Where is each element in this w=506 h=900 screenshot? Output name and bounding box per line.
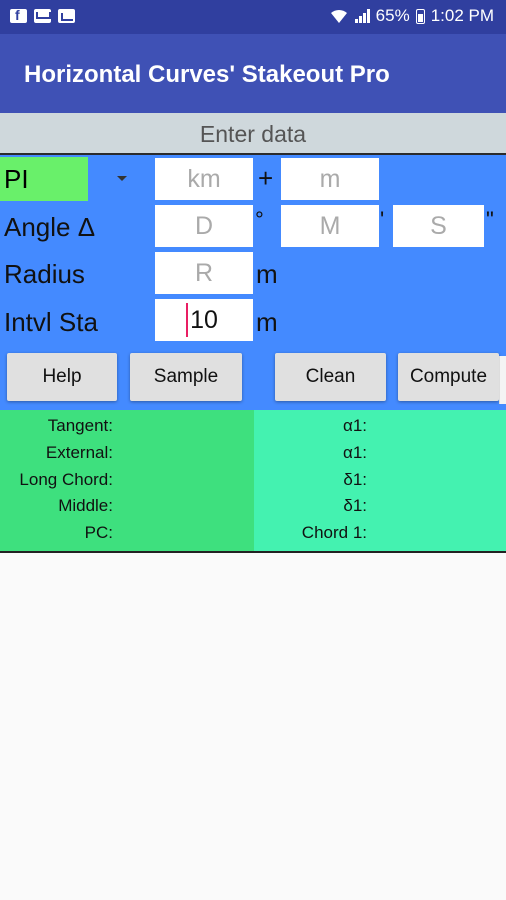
result-label: Long Chord:: [19, 470, 113, 489]
compute-button[interactable]: Compute: [398, 353, 499, 401]
minute-symbol: ': [380, 207, 385, 232]
seconds-input[interactable]: S: [393, 205, 484, 247]
clean-button[interactable]: Clean: [275, 353, 386, 401]
km-input[interactable]: km: [155, 158, 253, 200]
plus-sign: +: [258, 163, 274, 193]
interval-label: Intvl Sta: [4, 307, 98, 337]
radius-input[interactable]: R: [155, 252, 253, 294]
app-title: Horizontal Curves' Stakeout Pro: [24, 61, 390, 88]
status-bar: 65% 1:02 PM: [0, 0, 506, 34]
result-label: δ1:: [343, 470, 367, 489]
result-label: Middle:: [58, 496, 113, 515]
results-left-column: Tangent: External: Long Chord: Middle: P…: [0, 410, 254, 551]
interval-input[interactable]: 10: [155, 299, 253, 341]
scroll-edge: [499, 356, 506, 404]
clock: 1:02 PM: [430, 6, 494, 25]
pi-select[interactable]: PI: [0, 157, 88, 201]
sample-button[interactable]: Sample: [130, 353, 242, 401]
radius-unit: m: [256, 259, 278, 289]
facebook-icon: [10, 7, 27, 23]
enter-data-header: Enter data: [0, 113, 506, 155]
radius-label: Radius: [4, 259, 85, 289]
chart-icon: [58, 9, 75, 23]
result-label: PC:: [84, 523, 113, 542]
result-label: Chord 1:: [301, 523, 367, 542]
result-label: α1:: [342, 416, 367, 435]
result-label: Tangent:: [47, 416, 113, 435]
pi-select-label: PI: [4, 164, 29, 194]
chevron-down-icon[interactable]: [117, 176, 127, 181]
results-right-column: α1: α1: δ1: δ1: Chord 1:: [254, 410, 506, 551]
battery-percent: 65%: [375, 6, 410, 25]
second-symbol: ": [486, 207, 494, 232]
interval-unit: m: [256, 307, 278, 337]
degree-symbol: °: [255, 207, 264, 232]
help-button[interactable]: Help: [7, 353, 117, 401]
result-label: External:: [45, 443, 113, 462]
app-bar: Horizontal Curves' Stakeout Pro: [0, 34, 506, 113]
degrees-input[interactable]: D: [155, 205, 253, 247]
angle-label: Angle Δ: [4, 212, 96, 242]
result-label: δ1:: [343, 496, 367, 515]
m-input[interactable]: m: [281, 158, 379, 200]
result-label: α1:: [342, 443, 367, 462]
signal-icon: [354, 9, 370, 23]
wifi-icon: [330, 9, 347, 23]
input-panel: PI km + m Angle Δ D ° M ' S " Radius R m…: [0, 155, 506, 410]
text-cursor: [186, 303, 188, 337]
minutes-input[interactable]: M: [281, 205, 379, 247]
battery-icon: [415, 8, 425, 24]
mail-icon: [34, 9, 51, 23]
results-panel: Tangent: External: Long Chord: Middle: P…: [0, 410, 506, 553]
